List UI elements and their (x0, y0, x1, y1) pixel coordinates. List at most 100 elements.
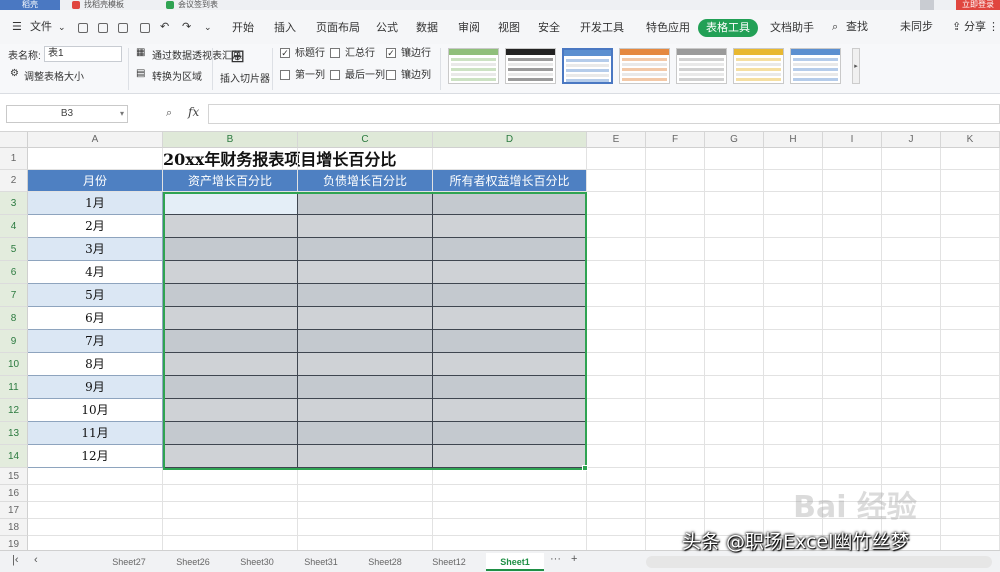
chevron-down-icon[interactable]: ⌄ (58, 19, 66, 35)
row-header[interactable]: 18 (0, 519, 28, 536)
column-header[interactable]: I (823, 132, 882, 148)
sheet-tab[interactable]: Sheet31 (292, 553, 350, 571)
table-name-input[interactable]: 表1 (44, 46, 122, 62)
sheet-tab[interactable]: Sheet28 (356, 553, 414, 571)
data-cell[interactable] (433, 399, 587, 422)
row-header[interactable]: 2 (0, 170, 28, 192)
data-cell[interactable] (163, 353, 298, 376)
column-header[interactable]: E (587, 132, 646, 148)
share-label[interactable]: 分享 (964, 19, 986, 35)
doc-tab-current[interactable]: 会议签到表 (164, 0, 218, 10)
row-header[interactable]: 10 (0, 353, 28, 376)
data-cell[interactable] (163, 261, 298, 284)
more-sheets-icon[interactable]: ··· (550, 553, 561, 565)
window-menu-icon[interactable] (920, 0, 934, 10)
column-header[interactable]: F (646, 132, 705, 148)
month-cell[interactable]: 9月 (28, 376, 163, 399)
row-header[interactable]: 14 (0, 445, 28, 468)
search-label[interactable]: 查找 (846, 19, 868, 35)
menu-security[interactable]: 安全 (538, 19, 560, 37)
menu-doc-assistant[interactable]: 文档助手 (770, 19, 814, 37)
zoom-icon[interactable]: ⌕ (166, 107, 172, 120)
data-cell[interactable] (433, 330, 587, 353)
redo-icon[interactable]: ↷ (182, 19, 191, 35)
fill-handle[interactable] (582, 465, 588, 471)
row-header[interactable]: 11 (0, 376, 28, 399)
data-cell[interactable] (298, 215, 433, 238)
month-cell[interactable]: 10月 (28, 399, 163, 422)
horizontal-scrollbar[interactable] (646, 556, 992, 568)
row-header[interactable]: 17 (0, 502, 28, 519)
menu-developer[interactable]: 开发工具 (580, 19, 624, 37)
login-button[interactable]: 立即登录 (956, 0, 1000, 10)
slicer-icon[interactable]: ⊞ (230, 46, 245, 67)
row-header[interactable]: 6 (0, 261, 28, 284)
row-header[interactable]: 15 (0, 468, 28, 485)
row-header[interactable]: 9 (0, 330, 28, 353)
column-header[interactable]: H (764, 132, 823, 148)
row-header[interactable]: 5 (0, 238, 28, 261)
column-header[interactable]: C (298, 132, 433, 148)
data-cell[interactable] (163, 215, 298, 238)
data-cell[interactable] (298, 376, 433, 399)
preview-icon[interactable] (140, 23, 150, 33)
sheet-tab[interactable]: Sheet26 (164, 553, 222, 571)
data-cell[interactable] (298, 353, 433, 376)
data-cell[interactable] (433, 445, 587, 468)
header-month[interactable]: 月份 (28, 170, 163, 192)
menu-formulas[interactable]: 公式 (376, 19, 398, 37)
data-cell[interactable] (298, 192, 433, 215)
column-header[interactable]: G (705, 132, 764, 148)
sheet-tab[interactable]: Sheet1 (486, 553, 544, 571)
resize-table-button[interactable]: 调整表格大小 (24, 68, 84, 83)
data-cell[interactable] (298, 307, 433, 330)
prev-sheet-icon[interactable]: ‹ (34, 554, 38, 566)
menu-review[interactable]: 审阅 (458, 19, 480, 37)
data-cell[interactable] (298, 445, 433, 468)
data-cell[interactable] (163, 307, 298, 330)
data-cell[interactable] (433, 192, 587, 215)
chevron-down-icon[interactable]: ▾ (120, 106, 124, 122)
option-total-row[interactable]: 汇总行 (330, 47, 375, 60)
sheet-tab[interactable]: Sheet12 (420, 553, 478, 571)
pivot-icon[interactable]: ▦ (136, 47, 145, 58)
data-cell[interactable] (433, 238, 587, 261)
hamburger-icon[interactable]: ☰ (12, 19, 22, 35)
option-first-column[interactable]: 第一列 (280, 69, 325, 82)
data-cell[interactable] (163, 445, 298, 468)
row-header[interactable]: 13 (0, 422, 28, 445)
table-style-option[interactable] (562, 48, 613, 84)
row-header[interactable]: 1 (0, 148, 28, 170)
data-cell[interactable] (163, 399, 298, 422)
summary-pivot-button[interactable]: 通过数据透视表汇总 (152, 47, 242, 62)
print-icon[interactable] (118, 23, 128, 33)
row-header[interactable]: 12 (0, 399, 28, 422)
sheet-title[interactable]: 20xx年财务报表项目增长百分比 (163, 149, 396, 171)
data-cell[interactable] (433, 376, 587, 399)
save-icon[interactable] (98, 23, 108, 33)
data-cell[interactable] (298, 238, 433, 261)
data-cell[interactable] (163, 422, 298, 445)
month-cell[interactable]: 2月 (28, 215, 163, 238)
data-cell[interactable] (163, 192, 298, 215)
data-cell[interactable] (433, 261, 587, 284)
column-header[interactable]: K (941, 132, 1000, 148)
row-header[interactable]: 3 (0, 192, 28, 215)
menu-view[interactable]: 视图 (498, 19, 520, 37)
quick-more-icon[interactable]: ⌄ (204, 19, 212, 35)
gallery-scroll-icon[interactable]: ▸ (852, 48, 860, 84)
option-banded-rows[interactable]: ✓ 镶边行 (386, 47, 431, 60)
data-cell[interactable] (433, 307, 587, 330)
menu-data[interactable]: 数据 (416, 19, 438, 37)
formula-input[interactable] (208, 104, 1000, 124)
table-style-option[interactable] (676, 48, 727, 84)
table-style-option[interactable] (619, 48, 670, 84)
doc-tab-template[interactable]: 找稻壳模板 (70, 0, 124, 10)
month-cell[interactable]: 12月 (28, 445, 163, 468)
month-cell[interactable]: 5月 (28, 284, 163, 307)
header-equity-growth[interactable]: 所有者权益增长百分比 (433, 170, 587, 192)
menu-insert[interactable]: 插入 (274, 19, 296, 37)
data-cell[interactable] (433, 422, 587, 445)
file-menu[interactable]: 文件 (30, 19, 52, 35)
data-cell[interactable] (163, 330, 298, 353)
